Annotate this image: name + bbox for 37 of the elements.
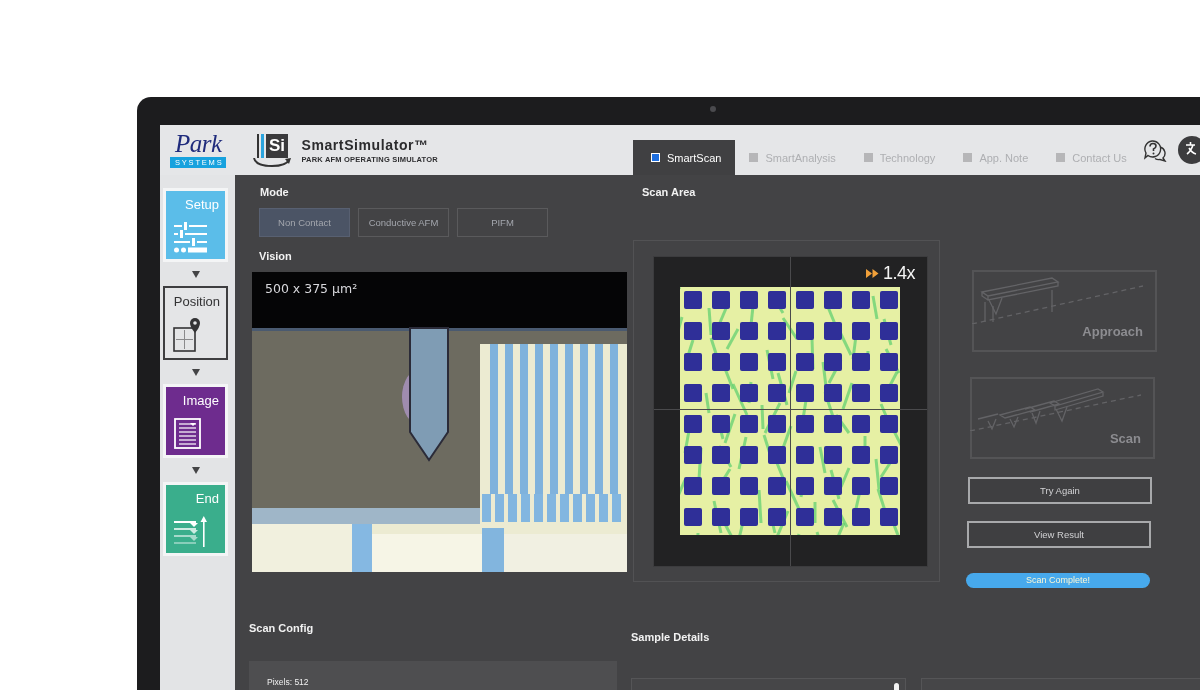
- zoom-level: 1.4x: [882, 263, 915, 283]
- status-indicator: Scan Complete!: [966, 573, 1150, 588]
- section-title: Vision: [259, 250, 292, 263]
- map-pin-grid-icon: [173, 318, 201, 352]
- square-icon: [1056, 153, 1066, 162]
- fast-forward-icon: [865, 268, 879, 278]
- caret-down-icon: [191, 466, 200, 474]
- help-icon[interactable]: [1142, 138, 1167, 162]
- square-icon: [749, 153, 759, 162]
- step-button[interactable]: End: [163, 482, 228, 556]
- action-button[interactable]: Try Again: [968, 477, 1152, 504]
- list-arrow-up-icon: [174, 516, 208, 547]
- square-icon: [651, 153, 660, 162]
- section-title: Scan Area: [642, 186, 696, 199]
- nav-tab[interactable]: SmartScan: [633, 140, 736, 175]
- action-button[interactable]: View Result: [967, 521, 1151, 548]
- section-title: Mode: [260, 186, 289, 199]
- step-button[interactable]: Image: [163, 384, 228, 458]
- step-button[interactable]: Setup: [163, 188, 228, 262]
- circular-arrow-icon: [252, 157, 293, 167]
- caret-down-icon: [191, 368, 200, 376]
- step-button[interactable]: Position: [163, 286, 228, 360]
- product-title: SmartSimulator™: [301, 136, 430, 153]
- caret-down-icon: [191, 270, 200, 278]
- stage-button[interactable]: Scan: [970, 377, 1155, 459]
- square-icon: [863, 153, 873, 162]
- scale-label: 500 x 375 µm²: [265, 281, 358, 296]
- stage-button[interactable]: Approach: [972, 270, 1157, 352]
- sliders-icon: [174, 222, 207, 253]
- section-title: Scan Config: [249, 622, 314, 635]
- section-title: Sample Details: [631, 631, 710, 644]
- product-logo-mark: Si: [256, 133, 288, 158]
- document-icon: [174, 418, 201, 449]
- camera-icon: [710, 106, 716, 112]
- square-icon: [963, 153, 973, 162]
- pixels-value: Pixels: 512: [267, 677, 310, 687]
- brand-name: Park: [174, 132, 222, 156]
